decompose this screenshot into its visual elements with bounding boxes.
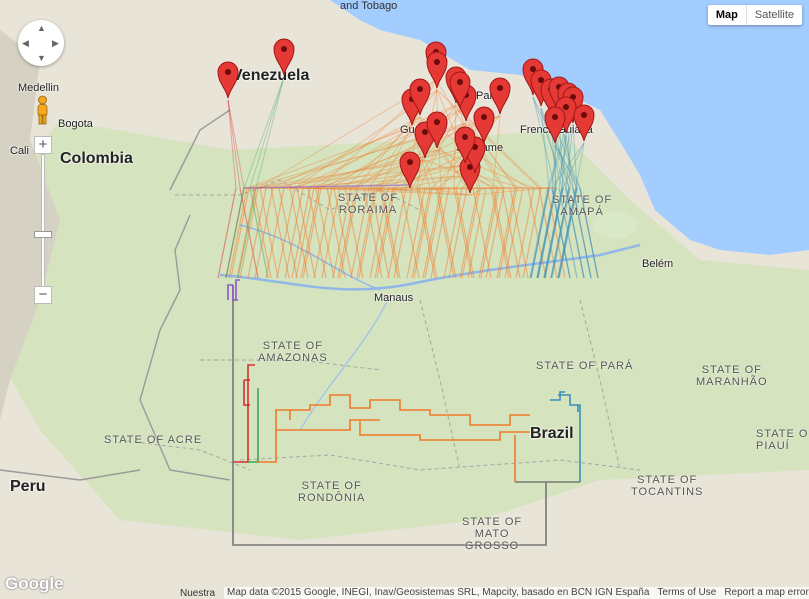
zoom-slider-thumb[interactable] [34, 231, 52, 238]
tree-root-branch [232, 285, 547, 546]
route-link [227, 99, 237, 189]
map-marker-icon[interactable] [489, 77, 511, 115]
label-manaus: Manaus [374, 292, 414, 304]
label-brazil: Brazil [530, 425, 574, 442]
route-link [435, 187, 455, 279]
route-link [249, 76, 285, 189]
map-type-satellite-button[interactable]: Satellite [745, 5, 802, 25]
label-colombia: Colombia [60, 150, 133, 167]
pegman-icon[interactable] [35, 95, 50, 125]
route-link [228, 187, 248, 279]
route-link [227, 99, 241, 189]
pan-up-icon[interactable]: ▲ [37, 23, 46, 33]
map-type-control: Map Satellite [707, 5, 802, 25]
zoom-control: + − [34, 136, 52, 306]
map-canvas[interactable]: and Tobago Venezuela Colombia Peru Brazi… [0, 0, 809, 599]
google-logo[interactable]: Google [5, 574, 64, 594]
zoom-slider-track[interactable] [41, 154, 45, 288]
label-maranhao: STATE OF MARANHÃO [696, 364, 768, 388]
label-tocantins: STATE OF TOCANTINS [631, 474, 704, 498]
label-bogota: Bogota [58, 118, 93, 130]
route-link [529, 187, 549, 279]
route-link [575, 142, 585, 189]
map-marker-icon[interactable] [573, 104, 595, 142]
label-acre: STATE OF ACRE [104, 434, 203, 446]
label-roraima: STATE OF RORAIMA [338, 192, 399, 216]
attribution-bar: Map data ©2015 Google, INEGI, Inav/Geosi… [224, 587, 809, 599]
pan-right-icon[interactable]: ▶ [52, 38, 59, 49]
label-matogrosso: STATE OF MATO GROSSO [462, 516, 523, 552]
label-para: STATE OF PARÁ [536, 360, 634, 372]
attribution-text: Map data ©2015 Google, INEGI, Inav/Geosi… [227, 587, 650, 598]
label-peru: Peru [10, 478, 46, 495]
route-link [227, 99, 245, 189]
route-link [255, 76, 285, 189]
partial-label: Nuestra [180, 588, 216, 599]
pan-control[interactable]: ▲ ▼ ◀ ▶ [18, 20, 64, 66]
label-rondonia: STATE OF RONDÔNIA [298, 480, 366, 504]
pan-left-icon[interactable]: ◀ [22, 38, 29, 49]
pan-down-icon[interactable]: ▼ [37, 53, 46, 63]
map-marker-icon[interactable] [426, 111, 448, 149]
label-venezuela: Venezuela [232, 67, 310, 84]
label-cali: Cali [10, 145, 29, 157]
map-marker-icon[interactable] [544, 106, 566, 144]
teal-clade-tip [550, 391, 565, 401]
orange-clade [258, 409, 380, 463]
route-link [501, 187, 521, 279]
route-link [247, 187, 267, 279]
label-tobago: and Tobago [340, 0, 398, 12]
map-type-map-button[interactable]: Map [708, 5, 746, 25]
map-marker-icon[interactable] [449, 71, 471, 109]
label-amapa: STATE OF AMAPÁ [552, 194, 613, 218]
zoom-in-button[interactable]: + [34, 136, 52, 154]
terms-link[interactable]: Terms of Use [657, 587, 716, 599]
route-link [243, 76, 285, 189]
route-link [254, 187, 274, 279]
map-marker-icon[interactable] [454, 126, 476, 164]
orange-clade-inner [290, 394, 530, 426]
map-marker-icon[interactable] [273, 38, 295, 76]
report-error-link[interactable]: Report a map error [724, 587, 808, 599]
orange-clade-lower [359, 420, 530, 441]
map-marker-icon[interactable] [217, 61, 239, 99]
label-medellin: Medellin [18, 82, 59, 94]
purple-clade-tip [235, 279, 240, 300]
green-clade [248, 388, 259, 463]
label-piaui: STATE O PIAUÍ [756, 428, 809, 452]
map-marker-icon[interactable] [399, 151, 421, 189]
red-clade-tip [243, 379, 250, 406]
zoom-out-button[interactable]: − [34, 286, 52, 304]
label-belem: Belém [642, 258, 674, 270]
label-amazonas: STATE OF AMAZONAS [258, 340, 328, 364]
